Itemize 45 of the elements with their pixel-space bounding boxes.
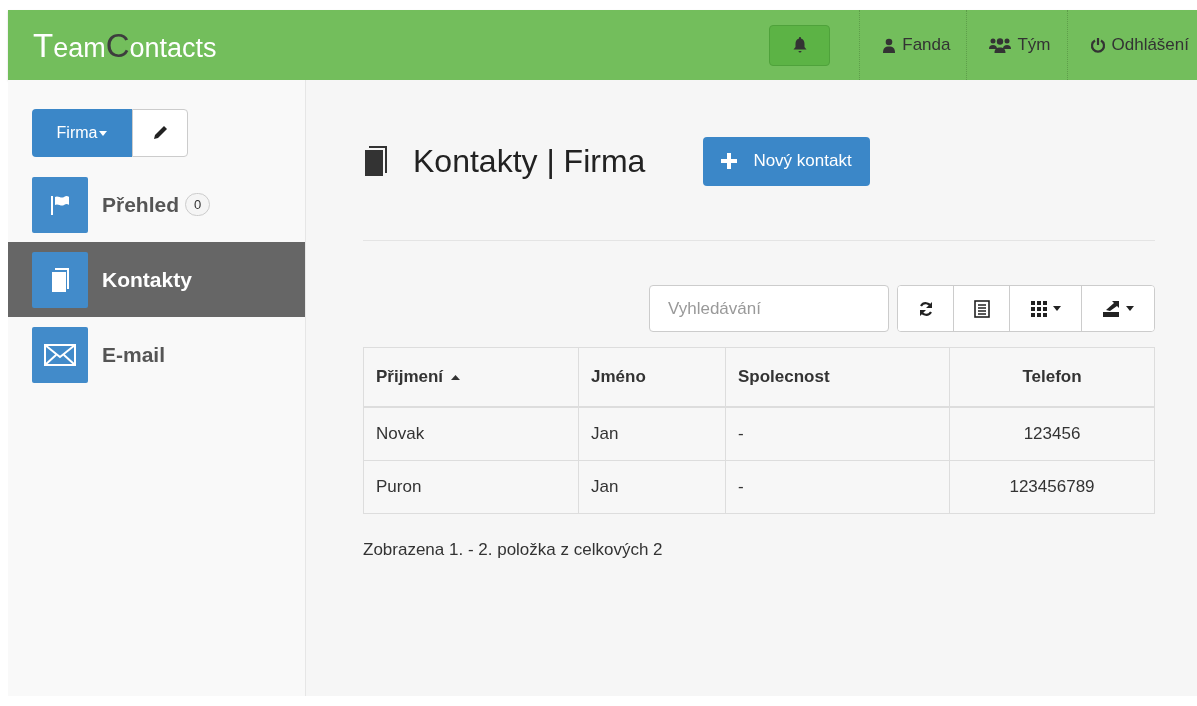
table-cell: Novak xyxy=(363,407,579,461)
sidebar-item[interactable]: Kontakty xyxy=(8,242,305,317)
column-header[interactable]: Telefon xyxy=(949,347,1155,407)
sidebar-item-label: Kontakty xyxy=(102,267,192,292)
bell-icon xyxy=(791,36,808,54)
envelope-icon xyxy=(44,342,76,367)
count-badge: 0 xyxy=(185,193,211,216)
caret-icon xyxy=(99,130,108,136)
pencil-icon xyxy=(152,125,168,141)
table-cell: 123456789 xyxy=(949,460,1155,514)
logo[interactable]: TeamContacts xyxy=(33,28,217,62)
notifications-button[interactable] xyxy=(769,24,831,66)
users-icon xyxy=(989,37,1012,53)
column-header[interactable]: Přijmení xyxy=(363,347,579,407)
column-header[interactable]: Spolecnost xyxy=(725,347,950,407)
edit-button[interactable] xyxy=(132,109,188,157)
caret-icon xyxy=(1052,306,1061,311)
list-icon xyxy=(973,299,990,318)
sidebar-item[interactable]: E-mail xyxy=(8,317,305,392)
table-cell: Puron xyxy=(363,460,579,514)
page-title: Kontakty | Firma xyxy=(413,142,646,180)
refresh-button[interactable] xyxy=(898,286,954,331)
grid-icon xyxy=(1030,300,1047,317)
sidebar-item[interactable]: Přehled 0 xyxy=(8,167,305,242)
search-field[interactable]: Vyhledávání xyxy=(649,285,889,332)
table-cell: 123456 xyxy=(949,407,1155,461)
power-icon xyxy=(1089,37,1106,53)
plus-icon xyxy=(721,153,738,169)
sidebar-item-label: Přehled xyxy=(102,192,180,217)
table-cell: Jan xyxy=(578,460,726,514)
new-contact-button[interactable]: Nový kontakt xyxy=(703,136,870,186)
book-icon xyxy=(363,145,389,177)
sidebar-item-label: E-mail xyxy=(102,342,166,367)
user-icon xyxy=(882,37,897,53)
table-cell: - xyxy=(725,407,950,461)
flag-icon xyxy=(49,193,71,216)
pagination-info: Zobrazena 1. - 2. položka z celkových 2 xyxy=(363,540,664,560)
caret-icon xyxy=(1126,306,1134,311)
refresh-icon xyxy=(917,300,934,317)
table-cell: Jan xyxy=(578,407,726,461)
company-dropdown[interactable]: Firma xyxy=(32,109,132,157)
book-icon xyxy=(49,266,71,293)
table-cell: - xyxy=(725,460,950,514)
export-icon xyxy=(1102,299,1120,318)
column-header[interactable]: Jméno xyxy=(578,347,726,407)
